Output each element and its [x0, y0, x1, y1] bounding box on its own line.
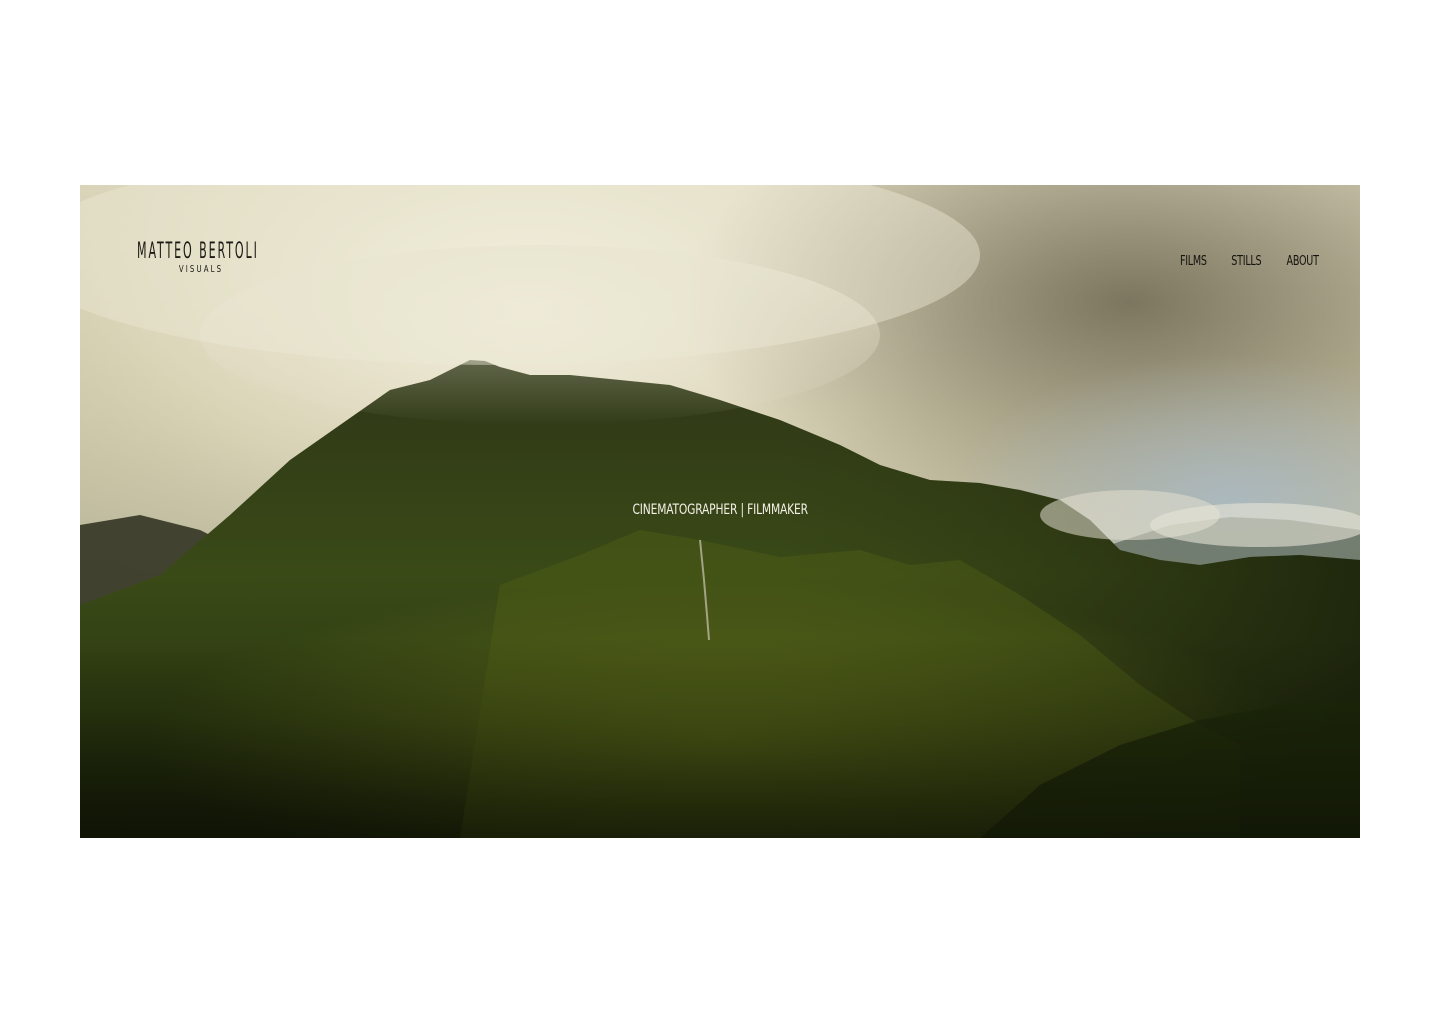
logo-subtitle: VISUALS: [178, 264, 224, 275]
hero-tagline-text: CINEMATOGRAPHER | FILMMAKER: [632, 502, 808, 518]
site-logo[interactable]: MATTEO BERTOLI VISUALS: [137, 239, 265, 276]
hero-banner: MATTEO BERTOLI VISUALS FILMS STILLS ABOU…: [80, 185, 1360, 838]
hero-tagline: CINEMATOGRAPHER | FILMMAKER: [80, 502, 1360, 518]
nav-item-about[interactable]: ABOUT: [1286, 254, 1318, 269]
main-nav: FILMS STILLS ABOUT: [1177, 254, 1322, 269]
nav-item-films[interactable]: FILMS: [1180, 254, 1207, 269]
nav-item-stills[interactable]: STILLS: [1231, 254, 1261, 269]
page: MATTEO BERTOLI VISUALS FILMS STILLS ABOU…: [0, 0, 1440, 1024]
logo-name: MATTEO BERTOLI: [137, 239, 259, 264]
